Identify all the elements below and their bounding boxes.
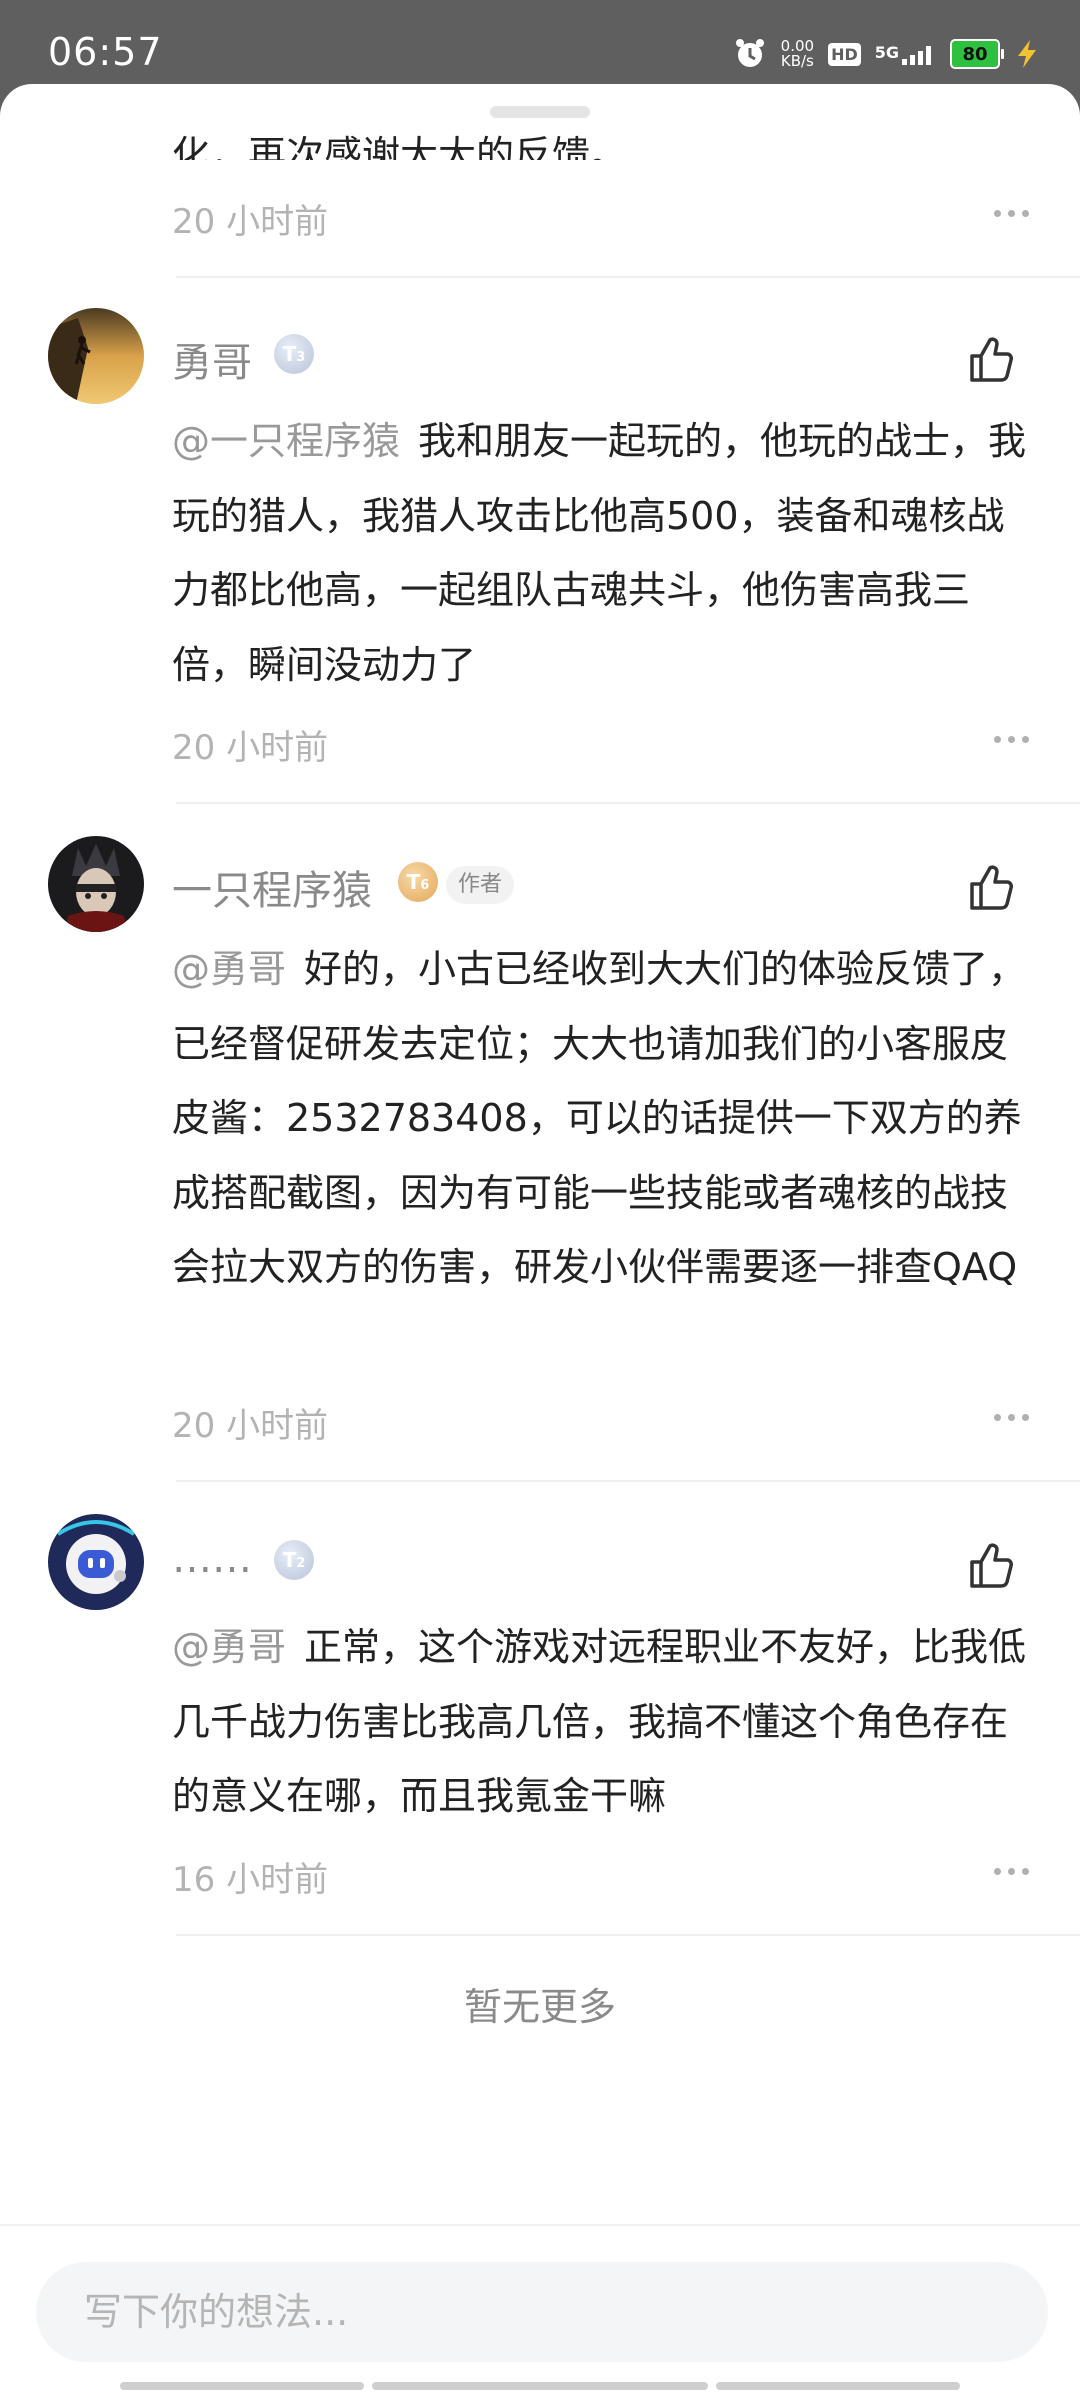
author-tag: 作者 bbox=[446, 866, 515, 904]
avatar-knight-image bbox=[48, 836, 144, 932]
nav-indicator bbox=[716, 2382, 960, 2390]
net-speed-unit: KB/s bbox=[780, 52, 814, 70]
like-icon[interactable] bbox=[964, 860, 1020, 916]
divider bbox=[176, 1934, 1080, 1936]
divider bbox=[176, 802, 1080, 804]
comments-sheet: 化，再次感谢大大的反馈。 20 小时前 勇哥 T3 @一只程序猿 我和朋友一起玩… bbox=[0, 84, 1080, 2400]
network-type: 5G bbox=[874, 43, 899, 62]
username[interactable]: …… bbox=[172, 1536, 252, 1582]
nav-indicator bbox=[120, 2382, 364, 2390]
comment-meta: 20 小时前 bbox=[172, 1398, 1032, 1448]
alarm-icon bbox=[735, 39, 764, 67]
level-badge: T2 bbox=[274, 1540, 314, 1580]
comment-item: 一只程序猿 T6 作者 @勇哥 好的，小古已经收到大大们的体验反馈了，已经督促研发… bbox=[0, 836, 1080, 1396]
level-badge: T6 bbox=[398, 862, 438, 902]
more-options-icon[interactable] bbox=[992, 724, 1032, 754]
mention-link[interactable]: @勇哥 bbox=[172, 947, 286, 991]
level-badge: T3 bbox=[274, 334, 314, 374]
status-icons: 0.00 KB/s HD 5G 80 bbox=[733, 34, 1040, 74]
comment-text: 正常，这个游戏对远程职业不友好，比我低几千战力伤害比我高几倍，我搞不懂这个角色存… bbox=[172, 1625, 1027, 1818]
previous-comment-meta: 20 小时前 bbox=[172, 194, 1032, 244]
previous-comment-text: 化，再次感谢大大的反馈。 bbox=[172, 133, 629, 160]
avatar-robot-image bbox=[48, 1514, 144, 1610]
more-options-icon[interactable] bbox=[992, 198, 1032, 228]
divider bbox=[176, 276, 1080, 278]
comment-time: 20 小时前 bbox=[172, 202, 329, 242]
charging-icon bbox=[1018, 40, 1036, 68]
battery-indicator: 80 bbox=[950, 39, 1004, 69]
like-icon[interactable] bbox=[964, 1538, 1020, 1594]
drag-handle[interactable] bbox=[490, 106, 590, 118]
comment-text: 好的，小古已经收到大大们的体验反馈了，已经督促研发去定位；大大也请加我们的小客服… bbox=[172, 947, 1027, 1289]
status-time: 06:57 bbox=[48, 30, 163, 74]
comment-body: @一只程序猿 我和朋友一起玩的，他玩的战士，我玩的猎人，我猎人攻击比他高500，装… bbox=[172, 404, 1042, 702]
nav-indicator bbox=[372, 2382, 708, 2390]
level-number: 3 bbox=[296, 350, 306, 365]
comment-time: 20 小时前 bbox=[172, 728, 329, 768]
divider bbox=[176, 1480, 1080, 1482]
avatar[interactable] bbox=[48, 308, 144, 404]
comment-body: @勇哥 正常，这个游戏对远程职业不友好，比我低几千战力伤害比我高几倍，我搞不懂这个… bbox=[172, 1610, 1042, 1834]
more-options-icon[interactable] bbox=[992, 1856, 1032, 1886]
level-number: 2 bbox=[296, 1556, 306, 1571]
level-number: 6 bbox=[420, 878, 430, 893]
net-speed: 0.00 KB/s bbox=[781, 39, 814, 69]
comment-meta: 20 小时前 bbox=[172, 720, 1032, 770]
more-options-icon[interactable] bbox=[992, 1402, 1032, 1432]
comment-item: 勇哥 T3 @一只程序猿 我和朋友一起玩的，他玩的战士，我玩的猎人，我猎人攻击比他… bbox=[0, 308, 1080, 687]
avatar[interactable] bbox=[48, 1514, 144, 1610]
username[interactable]: 一只程序猿 bbox=[172, 858, 372, 916]
signal-indicator: 5G bbox=[875, 43, 936, 65]
comment-body: @勇哥 好的，小古已经收到大大们的体验反馈了，已经督促研发去定位；大大也请加我们的… bbox=[172, 932, 1042, 1305]
hd-badge: HD bbox=[828, 42, 861, 66]
comment-input[interactable] bbox=[36, 2262, 1048, 2362]
mention-link[interactable]: @勇哥 bbox=[172, 1625, 286, 1669]
comment-meta: 16 小时前 bbox=[172, 1852, 1032, 1902]
comment-time: 16 小时前 bbox=[172, 1860, 329, 1900]
no-more-text: 暂无更多 bbox=[463, 1985, 616, 2029]
mention-link[interactable]: @一只程序猿 bbox=[172, 419, 400, 463]
avatar[interactable] bbox=[48, 836, 144, 932]
username[interactable]: 勇哥 bbox=[172, 330, 252, 388]
signal-bars-icon bbox=[902, 46, 931, 65]
like-icon[interactable] bbox=[964, 332, 1020, 388]
comment-input-bar bbox=[0, 2224, 1080, 2402]
comment-time: 20 小时前 bbox=[172, 1406, 329, 1446]
comment-item: …… T2 @勇哥 正常，这个游戏对远程职业不友好，比我低几千战力伤害比我高几倍，… bbox=[0, 1514, 1080, 1844]
avatar-cliff-image bbox=[48, 308, 144, 404]
